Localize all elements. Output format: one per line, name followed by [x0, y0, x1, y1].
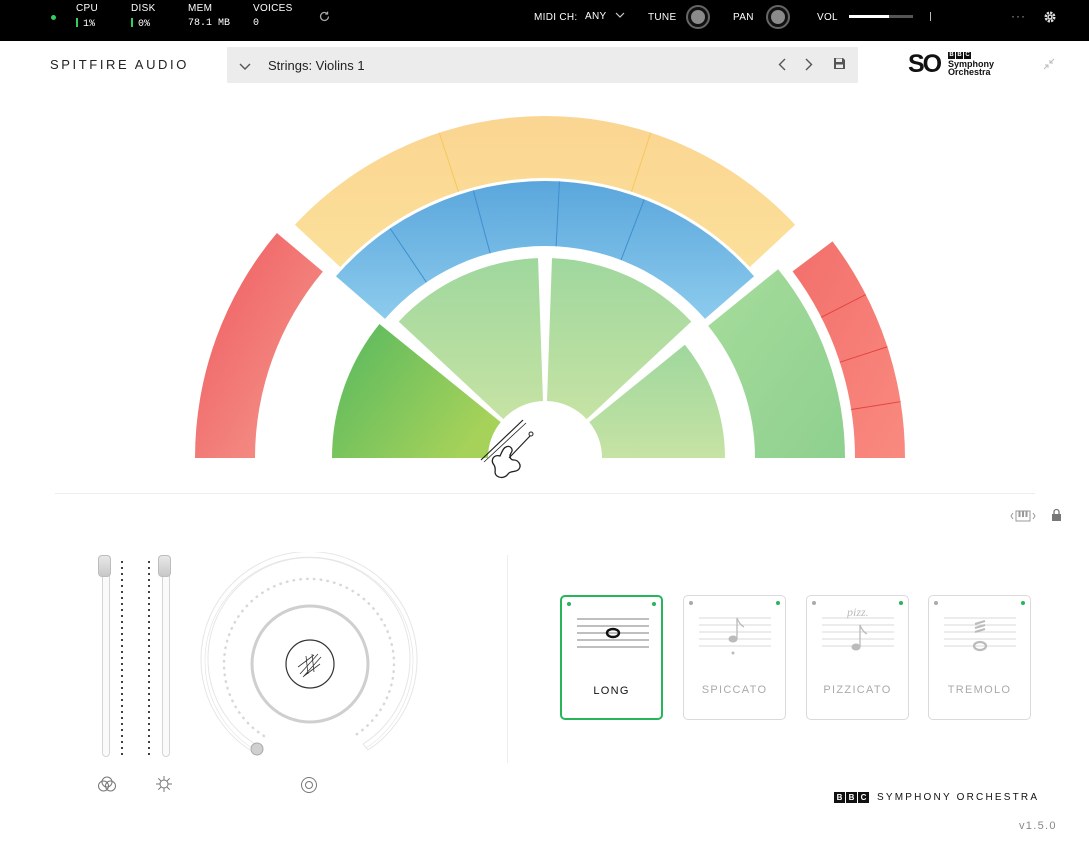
so-monogram: SO [908, 50, 942, 78]
preset-browser[interactable]: Strings: Violins 1 [227, 47, 858, 83]
orchestra-text: SYMPHONY ORCHESTRA [877, 792, 1040, 803]
tune-knob[interactable] [686, 5, 710, 29]
midi-channel-label: MIDI CH: [534, 12, 578, 23]
spitfire-audio-logo: SPITFIRE AUDIO [50, 57, 189, 72]
lock-icon[interactable] [1051, 508, 1062, 525]
section-divider [55, 493, 1035, 494]
top-status-bar: CPU 1% DISK 0% MEM 78.1 MB VOICES 0 MIDI… [0, 0, 1089, 41]
chevron-down-icon[interactable] [239, 58, 251, 74]
tune-label: TUNE [648, 12, 677, 23]
articulation-card-spiccato[interactable]: SPICCATO [683, 595, 786, 720]
dynamics-meter [148, 559, 150, 755]
status-led [51, 15, 56, 20]
chevron-down-icon [615, 12, 625, 18]
voices-label: VOICES [253, 3, 293, 14]
logo-line-orchestra: Orchestra [948, 67, 991, 77]
gear-icon[interactable] [1043, 10, 1057, 27]
dynamics-slider[interactable] [158, 553, 174, 761]
articulation-label: PIZZICATO [823, 684, 892, 696]
status-dot [776, 601, 780, 605]
next-preset-icon[interactable] [805, 58, 813, 74]
more-options-icon[interactable]: ··· [1011, 9, 1026, 23]
bbc-block: B [948, 52, 955, 59]
disk-value-text: 0% [138, 19, 151, 30]
dynamics-slider-track [162, 555, 170, 757]
tremolo-note-icon [944, 617, 1016, 652]
bbc-block: B [834, 792, 845, 803]
bbc-block: B [846, 792, 857, 803]
keyboard-range-icon[interactable] [1010, 510, 1036, 525]
articulation-card-long[interactable]: LONG [560, 595, 663, 720]
status-dot [1021, 601, 1025, 605]
dynamics-slider-thumb[interactable] [158, 555, 171, 577]
cpu-value: 1% [76, 18, 95, 30]
panel-separator [507, 555, 508, 763]
version-label: v1.5.0 [1019, 820, 1057, 832]
articulation-label: LONG [593, 685, 630, 697]
bbc-block: C [858, 792, 869, 803]
expression-slider-track [102, 555, 110, 757]
bbc-block: C [964, 52, 971, 59]
bbc-symphony-orchestra-wordmark: B B C SYMPHONY ORCHESTRA [834, 792, 1039, 803]
articulation-label: SPICCATO [701, 684, 768, 696]
section-outer-left[interactable] [195, 233, 323, 458]
cpu-label: CPU [76, 3, 99, 14]
reverb-dial[interactable] [200, 552, 420, 766]
staccato-note-icon [699, 617, 771, 655]
collapse-icon[interactable] [1043, 58, 1055, 73]
orchestra-stage-map [195, 115, 905, 480]
status-dot [934, 601, 938, 605]
refresh-icon[interactable] [318, 10, 331, 26]
conductor-podium [493, 406, 597, 480]
previous-preset-icon[interactable] [778, 58, 786, 74]
expression-slider[interactable] [98, 553, 114, 761]
volume-slider[interactable] [849, 15, 913, 18]
volume-fill [849, 15, 889, 18]
cpu-value-text: 1% [83, 19, 96, 30]
preset-name: Strings: Violins 1 [268, 58, 365, 73]
status-dot [652, 602, 656, 606]
cpu-meter [76, 18, 78, 27]
bbc-blocks: B B C [948, 52, 971, 59]
bbc-block: B [956, 52, 963, 59]
disk-value: 0% [131, 18, 150, 30]
volume-label: VOL [817, 12, 838, 23]
expression-meter [121, 559, 123, 755]
pan-label: PAN [733, 12, 754, 23]
volume-peak-marker [930, 12, 931, 21]
mem-value: 78.1 MB [188, 18, 231, 29]
voices-value: 0 [253, 18, 260, 29]
status-dot [567, 602, 571, 606]
dynamics-icon [155, 775, 173, 798]
status-dot [689, 601, 693, 605]
disk-label: DISK [131, 3, 156, 14]
bbc-blocks: B B C [834, 792, 869, 803]
save-icon[interactable] [833, 57, 846, 73]
expression-icon [97, 775, 117, 798]
status-dot [899, 601, 903, 605]
midi-channel-value: ANY [585, 11, 607, 22]
whole-note-icon [577, 618, 649, 648]
midi-channel-select[interactable]: ANY [585, 11, 625, 22]
articulation-card-tremolo[interactable]: TREMOLO [928, 595, 1031, 720]
status-dot [812, 601, 816, 605]
mem-label: MEM [188, 3, 213, 14]
reverb-dial-handle[interactable] [250, 742, 264, 756]
reverb-icon [300, 776, 318, 799]
disk-meter [131, 18, 133, 27]
articulation-card-pizzicato[interactable]: pizz. PIZZICATO [806, 595, 909, 720]
pan-knob[interactable] [766, 5, 790, 29]
articulation-label: TREMOLO [947, 684, 1012, 696]
pizzicato-note-icon [822, 617, 894, 651]
expression-slider-thumb[interactable] [98, 555, 111, 577]
